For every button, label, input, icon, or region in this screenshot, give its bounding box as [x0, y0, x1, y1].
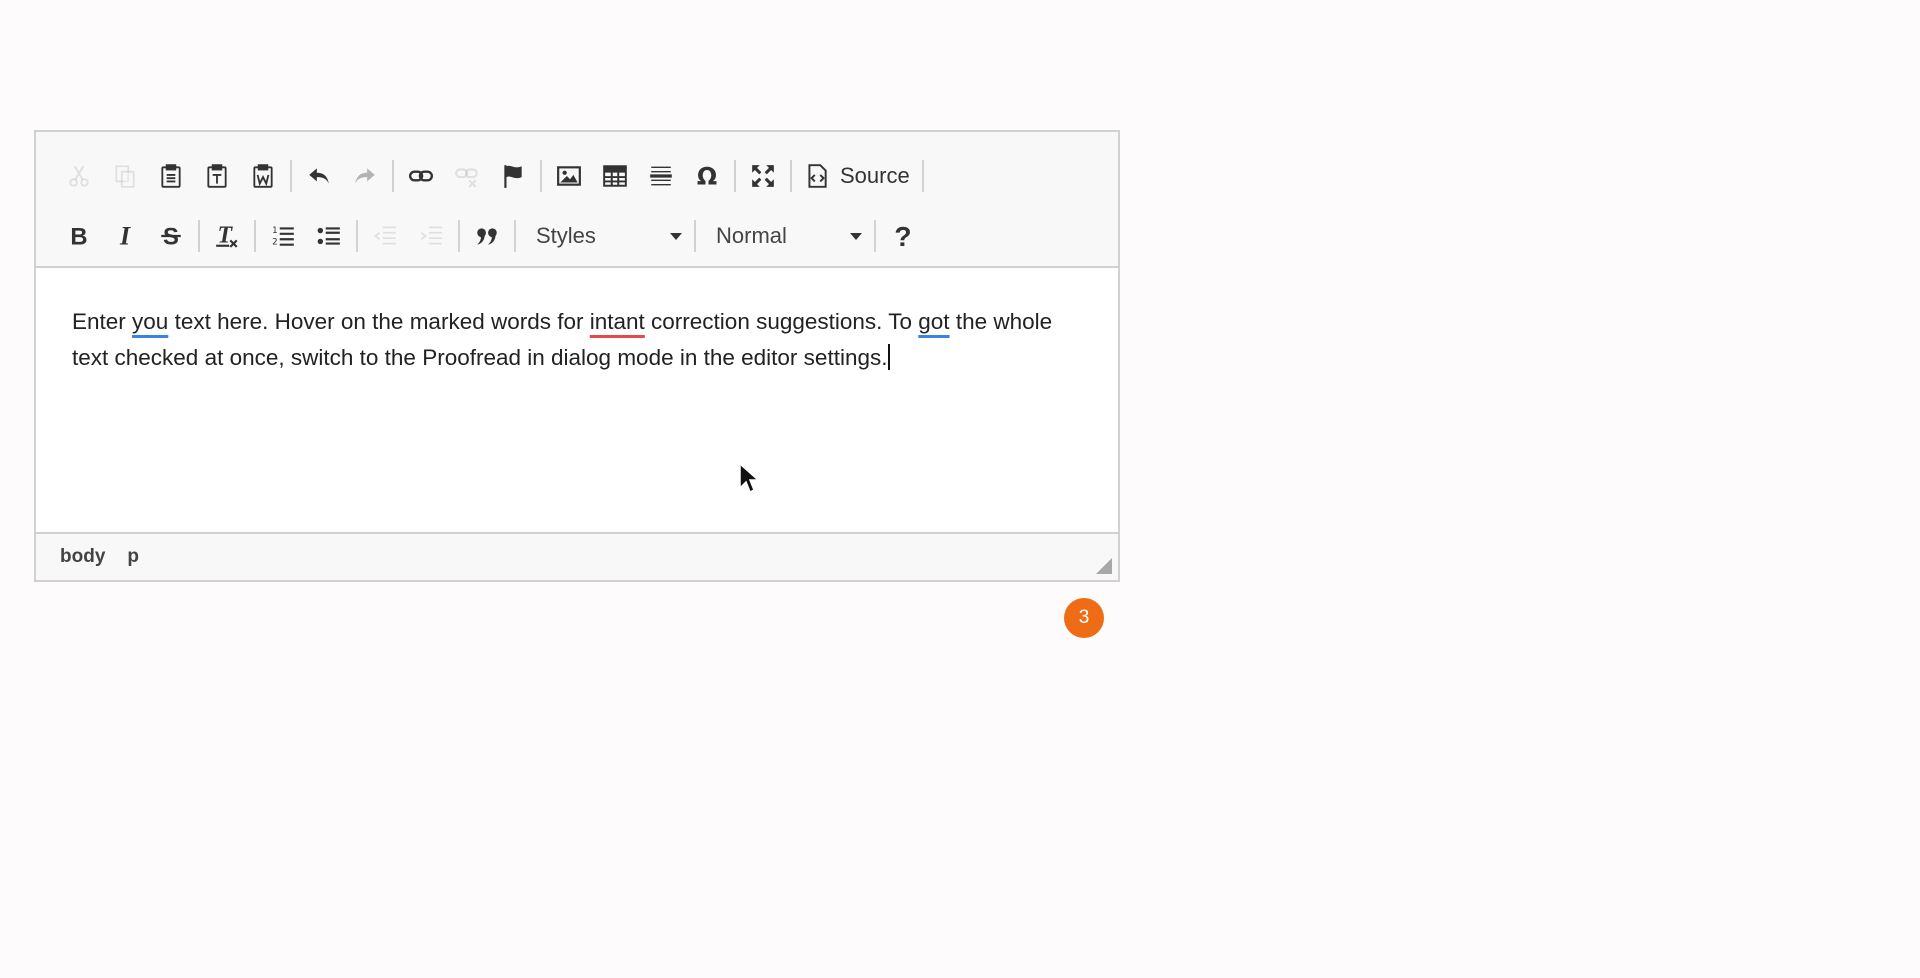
- element-path-bar: body p: [36, 532, 1118, 580]
- redo-icon: [355, 168, 375, 184]
- horizontal-line-icon: [650, 166, 672, 186]
- text-caret: [888, 344, 891, 370]
- toolbar-separator: [198, 220, 200, 252]
- table-button[interactable]: [592, 154, 638, 198]
- toolbar-separator: [790, 160, 792, 192]
- undo-button[interactable]: [296, 154, 342, 198]
- anchor-button[interactable]: [490, 154, 536, 198]
- toolbar-row-1: Ω Source: [56, 154, 928, 198]
- redo-button[interactable]: [342, 154, 388, 198]
- strikethrough-icon: S: [161, 224, 181, 249]
- toolbar-separator: [392, 160, 394, 192]
- paste-button[interactable]: [148, 154, 194, 198]
- toolbar-separator: [921, 160, 924, 192]
- source-icon: [808, 164, 827, 188]
- source-button[interactable]: Source: [796, 154, 918, 198]
- toolbar-separator: [458, 220, 460, 252]
- quote-icon: [477, 228, 497, 245]
- clipboard-word-icon: [253, 164, 273, 188]
- toolbar-separator: [514, 220, 516, 252]
- flag-icon: [504, 165, 522, 188]
- indent-icon: [420, 226, 442, 245]
- scissors-icon: [69, 165, 89, 187]
- outdent-button[interactable]: [362, 214, 408, 258]
- indent-button[interactable]: [408, 214, 454, 258]
- format-dropdown-label: Normal: [716, 223, 787, 248]
- paste-text-button[interactable]: [194, 154, 240, 198]
- undo-icon: [309, 168, 329, 184]
- horizontal-line-button[interactable]: [638, 154, 684, 198]
- content-paragraph: Enter you text here. Hover on the marked…: [72, 304, 1082, 376]
- bulleted-list-icon: [317, 227, 340, 245]
- outdent-icon: [373, 226, 396, 245]
- svg-text:I: I: [119, 223, 131, 249]
- toolbar-separator: [254, 220, 256, 252]
- svg-text:Ω: Ω: [697, 163, 717, 189]
- clipboard-icon: [161, 164, 181, 188]
- svg-text:B: B: [70, 224, 87, 249]
- toolbar-row-2: B I S T 12 Styles Normal ?: [56, 214, 926, 258]
- chevron-down-icon: [670, 232, 682, 240]
- marked-word-grammar[interactable]: got: [918, 309, 949, 334]
- bulleted-list-button[interactable]: [306, 214, 352, 258]
- format-dropdown[interactable]: Normal: [700, 216, 870, 256]
- svg-text:?: ?: [894, 223, 911, 249]
- maximize-button[interactable]: [740, 154, 786, 198]
- strike-button[interactable]: S: [148, 214, 194, 258]
- svg-text:1: 1: [272, 226, 278, 236]
- unlink-icon: [455, 168, 478, 188]
- toolbar-separator: [290, 160, 292, 192]
- italic-button[interactable]: I: [102, 214, 148, 258]
- maximize-icon: [752, 165, 774, 187]
- marked-word-spelling[interactable]: intant: [590, 309, 645, 334]
- copy-icon: [115, 165, 135, 188]
- editor-toolbar: Ω Source B I S T 1 2 Styles Normal ?: [36, 132, 1118, 268]
- toolbar-separator: [540, 160, 542, 192]
- cut-button[interactable]: [56, 154, 102, 198]
- link-button[interactable]: [398, 154, 444, 198]
- path-crumb-p[interactable]: p: [123, 544, 143, 570]
- table-icon: [603, 165, 627, 187]
- svg-text:2: 2: [272, 238, 278, 248]
- remove-format-button[interactable]: T: [204, 214, 250, 258]
- bold-icon: B: [70, 224, 87, 249]
- editor-content[interactable]: Enter you text here. Hover on the marked…: [36, 268, 1118, 534]
- styles-dropdown-label: Styles: [536, 223, 596, 248]
- image-icon: [557, 166, 581, 186]
- marked-word-grammar[interactable]: you: [132, 309, 168, 334]
- unlink-button[interactable]: [444, 154, 490, 198]
- clipboard-text-icon: [207, 164, 227, 188]
- toolbar-separator: [694, 220, 696, 252]
- numbered-list-icon: 12: [272, 226, 294, 248]
- omega-icon: Ω: [697, 163, 717, 189]
- path-crumb-body[interactable]: body: [56, 544, 109, 570]
- special-char-button[interactable]: Ω: [684, 154, 730, 198]
- source-label: Source: [840, 163, 910, 188]
- proofread-badge[interactable]: 3: [1064, 598, 1104, 638]
- link-icon: [408, 170, 434, 182]
- toolbar-separator: [734, 160, 736, 192]
- toolbar-separator: [874, 220, 876, 252]
- text-segment: correction suggestions. To: [644, 309, 919, 334]
- chevron-down-icon: [850, 232, 862, 240]
- resize-handle-icon[interactable]: [1096, 558, 1112, 574]
- remove-format-icon: T: [216, 223, 238, 249]
- help-button[interactable]: ?: [880, 214, 926, 258]
- copy-button[interactable]: [102, 154, 148, 198]
- numbered-list-button[interactable]: 12: [260, 214, 306, 258]
- question-icon: ?: [894, 223, 911, 249]
- blockquote-button[interactable]: [464, 214, 510, 258]
- image-button[interactable]: [546, 154, 592, 198]
- italic-icon: I: [119, 223, 131, 249]
- rich-text-editor: Ω Source B I S T 1 2 Styles Normal ? Ent…: [34, 130, 1120, 638]
- mouse-cursor-icon: [739, 462, 760, 494]
- toolbar-separator: [356, 220, 358, 252]
- bold-button[interactable]: B: [56, 214, 102, 258]
- text-segment: Enter: [72, 309, 133, 334]
- paste-word-button[interactable]: [240, 154, 286, 198]
- text-segment: text here. Hover on the marked words for: [168, 309, 590, 334]
- styles-dropdown[interactable]: Styles: [520, 216, 690, 256]
